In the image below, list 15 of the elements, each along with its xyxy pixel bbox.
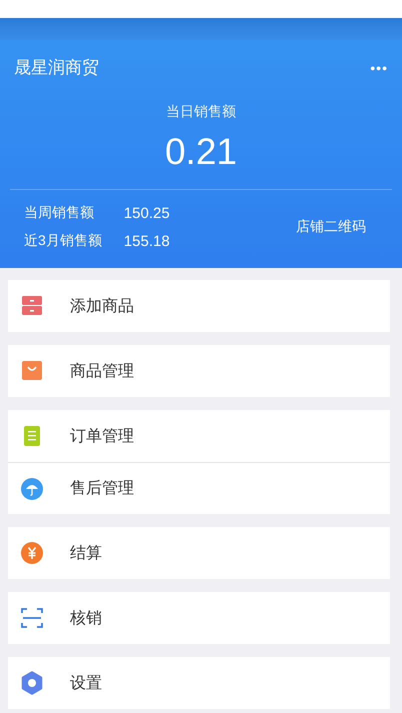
- menu-item[interactable]: 核销: [70, 608, 102, 628]
- menu-item[interactable]: 设置: [70, 672, 102, 694]
- menu-item[interactable]: 结算: [70, 542, 102, 564]
- store-qr-code-link[interactable]: 店铺二维码: [296, 218, 366, 236]
- sales-value: 150.25: [124, 204, 170, 222]
- menu-item[interactable]: 添加商品: [70, 296, 134, 316]
- sales-value: 155.18: [124, 232, 170, 250]
- store-name: 晟星润商贸: [14, 57, 99, 79]
- menu-item[interactable]: 售后管理: [70, 478, 134, 499]
- today-sales-value: 0.21: [164, 131, 237, 173]
- sales-label: 近3月销售额: [24, 232, 102, 250]
- menu-item[interactable]: 商品管理: [70, 360, 134, 382]
- sales-label: 当周销售额: [24, 204, 95, 222]
- menu-item[interactable]: 订单管理: [70, 426, 134, 446]
- today-sales-label: 当日销售额: [166, 103, 236, 121]
